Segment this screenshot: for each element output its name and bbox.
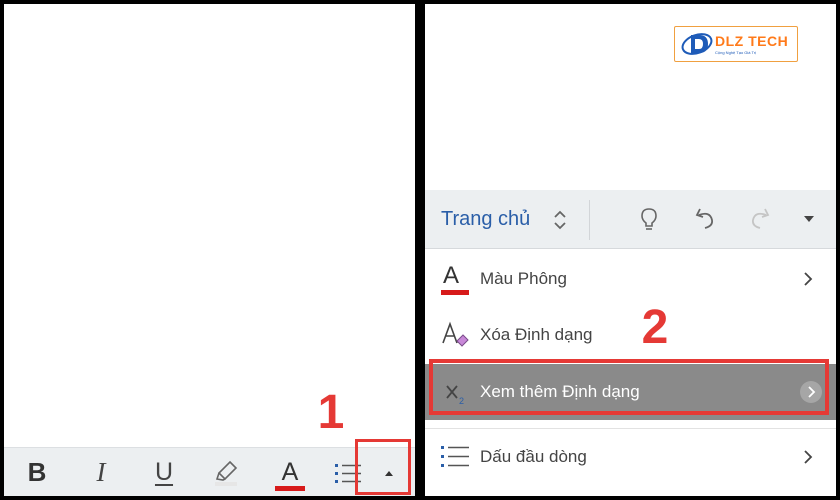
bullet-list-icon <box>441 446 469 467</box>
highlight-button[interactable] <box>208 448 244 496</box>
chevron-right-icon <box>804 450 813 464</box>
highlight-box-step-2 <box>429 359 829 415</box>
menu-item-label: Xóa Định dạng <box>480 325 593 344</box>
step-number-2: 2 <box>641 301 669 354</box>
chevron-right-icon <box>804 272 813 286</box>
menu-item-label: Dấu đầu dòng <box>480 447 587 466</box>
font-color-bar <box>275 486 305 491</box>
ribbon-divider <box>589 200 590 240</box>
menu-item-font-color[interactable]: A Màu Phông <box>425 251 836 307</box>
redo-icon[interactable] <box>748 206 774 232</box>
lightbulb-icon[interactable] <box>636 206 662 232</box>
font-color-label: A <box>281 458 299 486</box>
font-color-swatch <box>441 290 469 295</box>
left-screen: B I U A 1 <box>4 4 415 496</box>
ribbon-bar: Trang chủ <box>425 190 836 249</box>
italic-button[interactable]: I <box>86 448 116 496</box>
menu-item-clear-formatting[interactable]: Xóa Định dạng <box>425 307 836 363</box>
undo-icon[interactable] <box>691 206 717 232</box>
bold-label: B <box>27 457 47 487</box>
formatting-toolbar: B I U A <box>4 447 415 496</box>
logo-brand: DLZ TECH <box>715 33 789 49</box>
font-color-icon: A <box>439 263 471 295</box>
brand-logo: DLZ TECH Cộng Nghệ Tạo Giá Trị <box>674 26 798 62</box>
underline-label: U <box>154 458 174 486</box>
logo-tagline: Cộng Nghệ Tạo Giá Trị <box>715 50 757 55</box>
highlighter-icon <box>215 460 238 486</box>
logo-mark-icon <box>681 33 713 55</box>
highlight-box-step-1 <box>355 439 411 495</box>
font-color-button[interactable]: A <box>272 448 308 496</box>
underline-button[interactable]: U <box>149 448 179 496</box>
right-screen: DLZ TECH Cộng Nghệ Tạo Giá Trị Trang chủ… <box>425 4 836 496</box>
step-number-1: 1 <box>317 386 345 439</box>
menu-item-label: Màu Phông <box>480 269 567 288</box>
clear-formatting-icon <box>442 321 469 347</box>
ribbon-tab-title[interactable]: Trang chủ <box>441 190 530 248</box>
dropdown-caret-icon[interactable] <box>802 214 816 224</box>
italic-label: I <box>96 457 106 487</box>
bold-button[interactable]: B <box>22 448 52 496</box>
font-color-glyph: A <box>443 262 460 289</box>
tab-switcher-icon[interactable] <box>550 207 570 233</box>
menu-item-bullets[interactable]: Dấu đầu dòng <box>425 428 836 485</box>
